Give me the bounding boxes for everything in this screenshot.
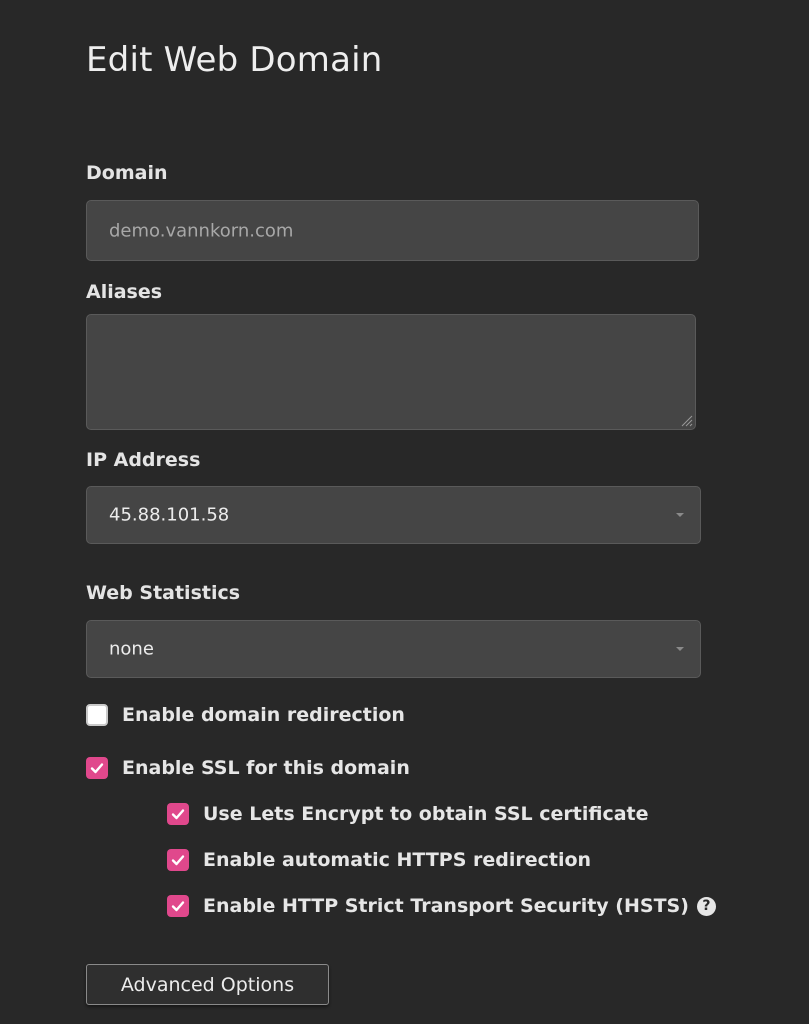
checkmark-icon [171, 855, 185, 866]
chevron-down-icon [676, 513, 684, 517]
https-redirection-checkbox[interactable] [167, 849, 189, 871]
lets-encrypt-label: Use Lets Encrypt to obtain SSL certifica… [203, 803, 649, 825]
advanced-options-button[interactable]: Advanced Options [86, 964, 329, 1005]
domain-redirection-label: Enable domain redirection [122, 704, 405, 726]
web-statistics-label: Web Statistics [86, 582, 241, 604]
hsts-option[interactable]: Enable HTTP Strict Transport Security (H… [167, 895, 716, 917]
question-circle-icon[interactable]: ? [696, 896, 716, 916]
https-redirection-option[interactable]: Enable automatic HTTPS redirection [167, 849, 591, 871]
edit-web-domain-page: Edit Web Domain Domain demo.vannkorn.com… [0, 0, 809, 1024]
checkmark-icon [90, 763, 104, 774]
domain-label: Domain [86, 162, 168, 184]
lets-encrypt-option[interactable]: Use Lets Encrypt to obtain SSL certifica… [167, 803, 649, 825]
ip-address-select[interactable]: 45.88.101.58 [86, 486, 701, 544]
ssl-option[interactable]: Enable SSL for this domain [86, 757, 410, 779]
checkmark-icon [171, 809, 185, 820]
hsts-checkbox[interactable] [167, 895, 189, 917]
lets-encrypt-checkbox[interactable] [167, 803, 189, 825]
aliases-label: Aliases [86, 281, 163, 303]
hsts-label: Enable HTTP Strict Transport Security (H… [203, 895, 689, 917]
ip-address-selected: 45.88.101.58 [109, 504, 230, 526]
web-statistics-selected: none [109, 638, 154, 660]
page-title: Edit Web Domain [86, 40, 383, 80]
web-statistics-select[interactable]: none [86, 620, 701, 678]
checkmark-icon [171, 901, 185, 912]
domain-redirection-checkbox[interactable] [86, 704, 108, 726]
ssl-checkbox[interactable] [86, 757, 108, 779]
https-redirection-label: Enable automatic HTTPS redirection [203, 849, 592, 871]
resize-handle-icon[interactable] [679, 413, 693, 427]
domain-input[interactable]: demo.vannkorn.com [86, 200, 699, 261]
ip-address-label: IP Address [86, 449, 201, 471]
domain-redirection-option[interactable]: Enable domain redirection [86, 704, 405, 726]
chevron-down-icon [676, 647, 684, 651]
domain-placeholder: demo.vannkorn.com [109, 220, 294, 241]
ssl-label: Enable SSL for this domain [122, 757, 410, 779]
aliases-textarea[interactable] [86, 314, 696, 430]
